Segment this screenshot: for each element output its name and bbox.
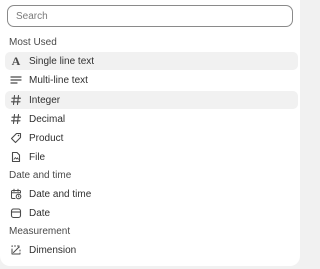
section-heading-date-and-time: Date and time (9, 170, 72, 181)
item-label: Product (29, 132, 64, 144)
calendar-icon (9, 206, 23, 220)
hash-icon (9, 112, 23, 126)
list-item-product[interactable]: Product (5, 129, 298, 147)
list-item-date[interactable]: Date (5, 204, 298, 222)
product-tag-icon (9, 131, 23, 145)
item-label: Decimal (29, 113, 66, 125)
hash-icon (9, 93, 23, 107)
file-icon (9, 150, 23, 164)
calendar-clock-icon (9, 187, 23, 201)
list-item-date-and-time[interactable]: Date and time (5, 185, 298, 203)
item-label: Integer (29, 94, 61, 106)
text-a-icon: A (11, 54, 21, 68)
section-heading-most-used: Most Used (9, 37, 57, 48)
item-label: Date (29, 207, 51, 219)
paragraph-lines-icon (9, 73, 23, 87)
ruler-icon (9, 243, 23, 257)
list-item-integer[interactable]: Integer (5, 91, 298, 109)
item-label: Multi-line text (29, 74, 88, 86)
item-label: Date and time (29, 188, 92, 200)
list-item-file[interactable]: File (5, 148, 298, 166)
section-heading-measurement: Measurement (9, 226, 71, 237)
item-label: File (29, 151, 46, 163)
list-item-dimension[interactable]: Dimension (5, 241, 298, 259)
list-item-single-line-text[interactable]: A Single line text (5, 52, 298, 70)
item-label: Single line text (29, 55, 95, 67)
field-type-panel: Most Used A Single line text Multi-line … (0, 0, 300, 266)
item-label: Dimension (29, 244, 77, 256)
search-box[interactable] (7, 5, 293, 27)
list-item-multi-line-text[interactable]: Multi-line text (5, 71, 298, 89)
list-item-decimal[interactable]: Decimal (5, 110, 298, 128)
search-input[interactable] (8, 6, 292, 27)
